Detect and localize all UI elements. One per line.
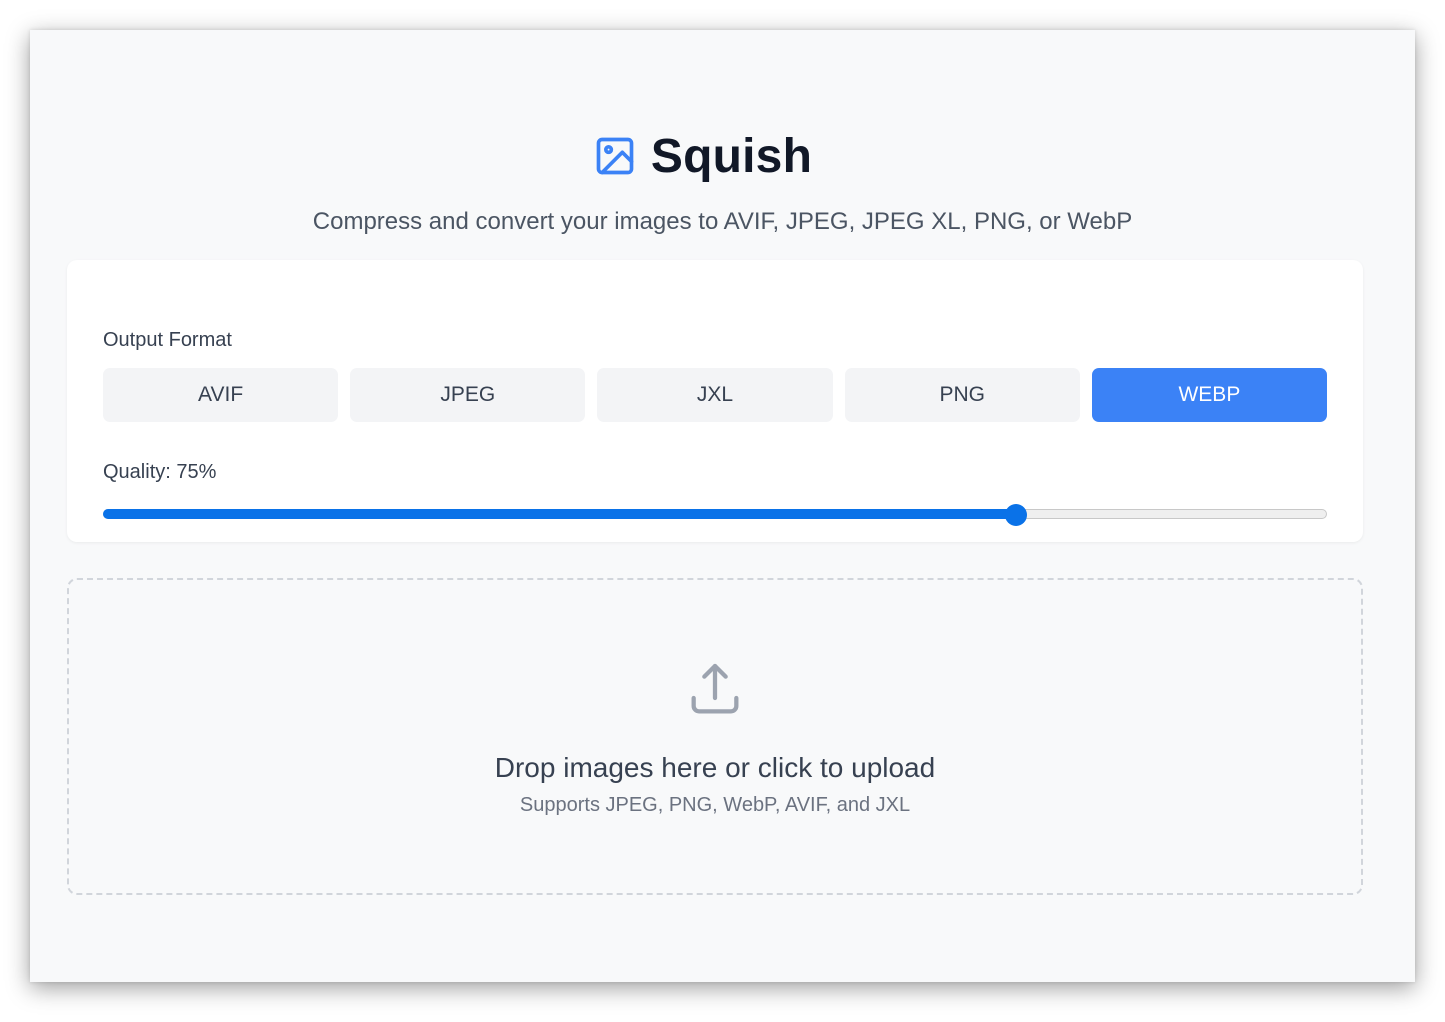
format-selector: AVIF JPEG JXL PNG WEBP xyxy=(103,368,1328,422)
quality-slider-fill xyxy=(103,509,1016,519)
app-window: Squish Compress and convert your images … xyxy=(30,30,1415,982)
dropzone-title: Drop images here or click to upload xyxy=(494,752,936,783)
image-icon xyxy=(593,134,637,178)
format-button-jxl[interactable]: JXL xyxy=(597,368,833,422)
page-title: Squish xyxy=(650,129,813,183)
quality-label: Quality: 75% xyxy=(103,461,217,483)
settings-panel: Output Format AVIF JPEG JXL PNG WEBP Qua… xyxy=(67,260,1363,542)
header: Squish xyxy=(30,128,1415,184)
title-group: Squish xyxy=(593,129,812,184)
output-format-label: Output Format xyxy=(103,329,232,351)
quality-slider-thumb[interactable] xyxy=(1004,504,1027,526)
format-button-webp[interactable]: WEBP xyxy=(1091,368,1328,422)
upload-icon xyxy=(683,658,747,722)
upload-dropzone[interactable]: Drop images here or click to upload Supp… xyxy=(67,578,1363,895)
dropzone-subtitle: Supports JPEG, PNG, WebP, AVIF, and JXL xyxy=(519,794,911,816)
format-button-jpeg[interactable]: JPEG xyxy=(350,368,586,422)
format-button-avif[interactable]: AVIF xyxy=(103,368,339,422)
format-button-png[interactable]: PNG xyxy=(844,368,1080,422)
page-subtitle: Compress and convert your images to AVIF… xyxy=(312,208,1133,235)
quality-slider[interactable] xyxy=(103,504,1327,526)
